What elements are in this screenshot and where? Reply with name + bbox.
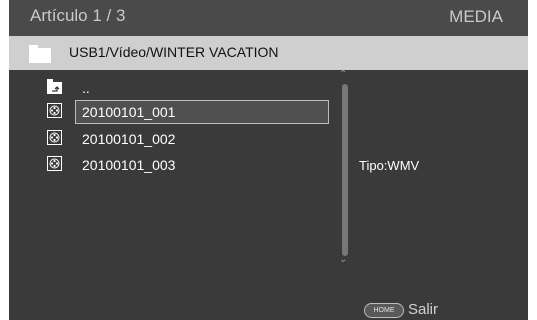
chevron-down-icon: ⌄ [339, 254, 348, 265]
exit-label: Salir [408, 301, 439, 318]
video-file-icon [47, 156, 62, 171]
list-item-label: .. [82, 80, 90, 96]
video-file-icon [47, 103, 62, 118]
section-title: MEDIA [449, 7, 503, 26]
list-item-file-2[interactable]: 20100101_002 [9, 129, 349, 151]
folder-icon [29, 45, 51, 63]
scrollbar[interactable] [342, 84, 348, 256]
list-item-file-1[interactable]: 20100101_001 [9, 100, 349, 124]
video-file-icon [47, 130, 62, 145]
list-item-file-3[interactable]: 20100101_003 [9, 155, 349, 177]
media-browser-screen: Artículo 1 / 3 MEDIA USB1/Vídeo/WINTER V… [9, 0, 528, 320]
header-bar: Artículo 1 / 3 MEDIA [9, 0, 528, 36]
list-item-label: 20100101_001 [82, 104, 176, 120]
folder-up-icon [47, 79, 62, 94]
list-item-label: 20100101_002 [82, 131, 176, 147]
list-item-label: 20100101_003 [82, 157, 176, 173]
current-path: USB1/Vídeo/WINTER VACATION [69, 44, 279, 60]
chevron-up-icon: ⌃ [339, 69, 348, 80]
list-item-parent-folder[interactable]: .. [9, 78, 349, 100]
file-type-info: Tipo:WMV [359, 158, 420, 173]
file-list: .. 20100101_001 20100101_002 20100101_00… [9, 78, 349, 278]
path-bar: USB1/Vídeo/WINTER VACATION [9, 36, 528, 70]
home-button-icon: HOME [364, 303, 404, 318]
item-counter: Artículo 1 / 3 [30, 6, 126, 25]
